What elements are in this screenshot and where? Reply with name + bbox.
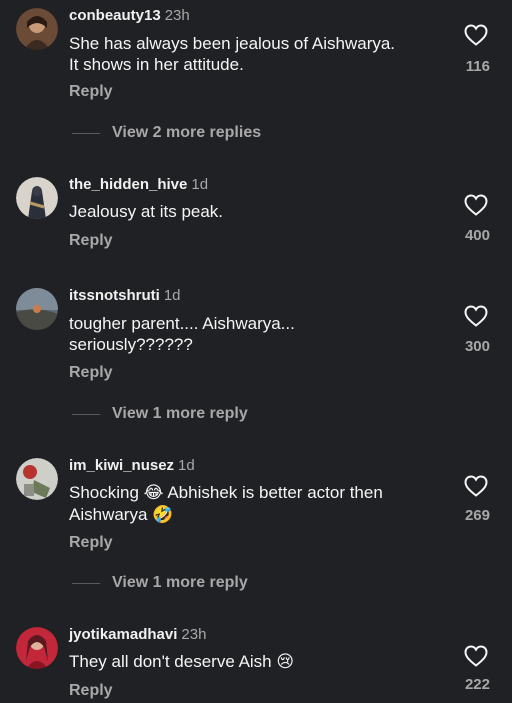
comment-meta: the_hidden_hive 1d (69, 176, 208, 194)
avatar[interactable] (16, 177, 58, 219)
comment-text-line: Aishwarya 🤣 (69, 504, 449, 526)
reply-button[interactable]: Reply (69, 534, 113, 552)
like-count: 400 (464, 227, 490, 244)
view-more-replies[interactable]: View 2 more replies (72, 123, 261, 143)
comment-text-line: She has always been jealous of Aishwarya… (69, 34, 396, 53)
username[interactable]: conbeauty13 (69, 7, 161, 24)
heart-outline-icon[interactable] (464, 305, 488, 327)
avatar[interactable] (16, 288, 58, 330)
comment-text-part: Shocking (69, 483, 139, 502)
rofl-emoji: 🤣 (152, 505, 174, 525)
crying-emoji: 😢 (276, 652, 295, 672)
comment-text-part: Abhishek is better actor then (167, 483, 383, 502)
comment-text: They all don't deserve Aish 😢 (69, 651, 449, 673)
reply-button[interactable]: Reply (69, 83, 113, 101)
comment-text-line: They all don't deserve Aish 😢 (69, 651, 449, 673)
comment-meta: conbeauty13 23h (69, 7, 190, 25)
comment-text-line: tougher parent.... Aishwarya... (69, 314, 295, 333)
comments-screen: { "comments": [ { "username": "conbeauty… (0, 0, 512, 703)
username[interactable]: the_hidden_hive (69, 176, 187, 193)
comment-text: tougher parent.... Aishwarya... seriousl… (69, 313, 449, 355)
avatar[interactable] (16, 627, 58, 669)
avatar[interactable] (16, 458, 58, 500)
heart-outline-icon[interactable] (464, 24, 488, 46)
timestamp: 23h (181, 626, 207, 643)
comment-text-part: They all don't deserve Aish (69, 652, 272, 671)
comment-text-line: seriously?????? (69, 335, 193, 354)
view-more-replies-label: View 2 more replies (112, 124, 262, 141)
like-count: 300 (464, 338, 490, 355)
username[interactable]: jyotikamadhavi (69, 626, 177, 643)
reply-button[interactable]: Reply (69, 682, 113, 700)
comment-meta: jyotikamadhavi 23h (69, 626, 206, 644)
view-more-replies[interactable]: View 1 more reply (72, 573, 248, 593)
comment-meta: itssnotshruti 1d (69, 287, 181, 305)
like-count: 269 (464, 507, 490, 524)
view-more-replies[interactable]: View 1 more reply (72, 404, 248, 424)
timestamp: 1d (191, 176, 209, 193)
timestamp: 23h (164, 7, 190, 24)
timestamp: 1d (163, 287, 181, 304)
comment-meta: im_kiwi_nusez 1d (69, 457, 195, 475)
username[interactable]: itssnotshruti (69, 287, 160, 304)
avatar[interactable] (16, 8, 58, 50)
comment-text: Jealousy at its peak. (69, 201, 449, 222)
divider (72, 582, 100, 584)
comment-text: She has always been jealous of Aishwarya… (69, 33, 449, 75)
like-count: 222 (464, 676, 490, 693)
reply-button[interactable]: Reply (69, 232, 113, 250)
laughing-emoji: 😂 (143, 483, 164, 503)
heart-outline-icon[interactable] (464, 475, 488, 497)
heart-outline-icon[interactable] (464, 194, 488, 216)
username[interactable]: im_kiwi_nusez (69, 457, 174, 474)
comment-text-part: Aishwarya (69, 505, 148, 524)
comment-text-line: Jealousy at its peak. (69, 202, 224, 221)
like-count: 116 (465, 58, 490, 75)
timestamp: 1d (178, 457, 195, 474)
comment-text: Shocking 😂 Abhishek is better actor then… (69, 482, 449, 526)
divider (72, 413, 100, 415)
comment-text-line: Shocking 😂 Abhishek is better actor then (69, 482, 449, 504)
heart-outline-icon[interactable] (464, 645, 488, 667)
view-more-replies-label: View 1 more reply (112, 405, 248, 422)
view-more-replies-label: View 1 more reply (112, 574, 248, 591)
divider (72, 132, 100, 134)
reply-button[interactable]: Reply (69, 364, 113, 382)
comment-text-line: It shows in her attitude. (69, 55, 244, 74)
